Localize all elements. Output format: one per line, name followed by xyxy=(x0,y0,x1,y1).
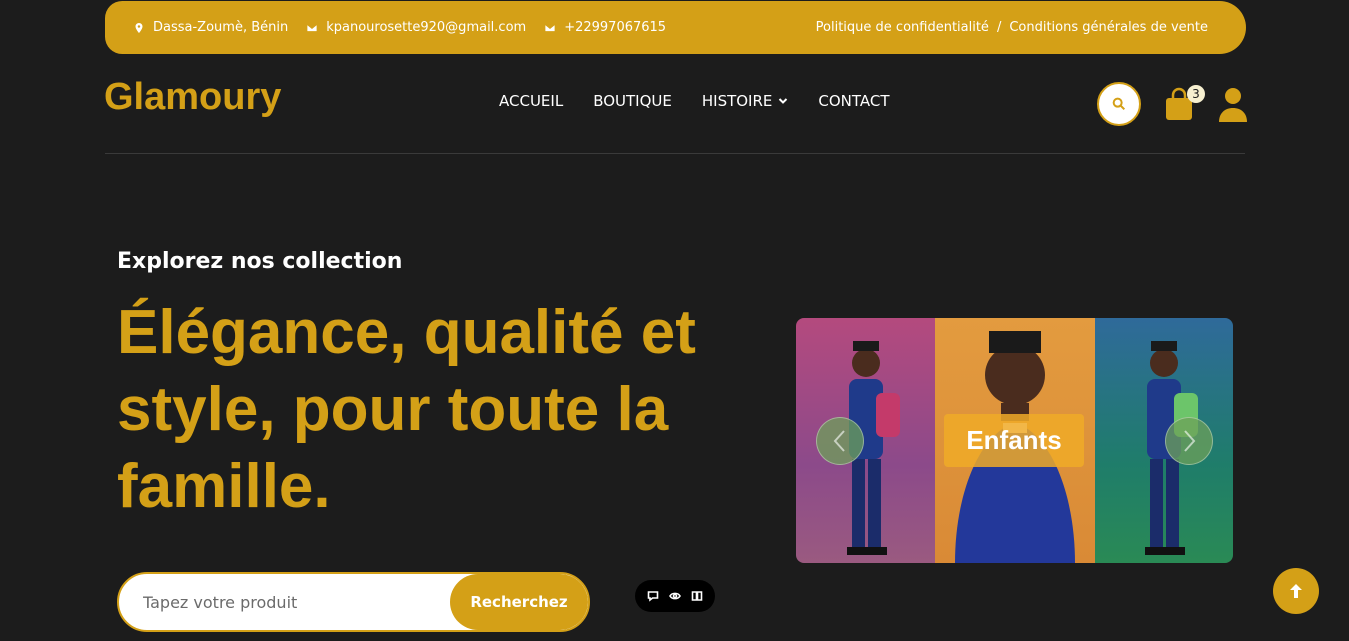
header-actions: 3 xyxy=(1097,82,1249,126)
top-bar: Dassa-Zoumè, Bénin kpanourosette920@gmai… xyxy=(105,1,1246,54)
site-logo[interactable]: Glamoury xyxy=(104,76,281,119)
carousel-slide-label[interactable]: Enfants xyxy=(944,414,1084,467)
contact-info: Dassa-Zoumè, Bénin kpanourosette920@gmai… xyxy=(133,20,666,35)
chat-icon[interactable] xyxy=(647,590,659,602)
email-text[interactable]: kpanourosette920@gmail.com xyxy=(326,20,526,35)
envelope-icon xyxy=(306,23,318,32)
map-pin-icon xyxy=(135,22,143,33)
product-search-form: Recherchez xyxy=(117,572,590,632)
search-submit-button[interactable]: Recherchez xyxy=(450,574,588,630)
search-button[interactable] xyxy=(1097,82,1141,126)
nav-item-label: HISTOIRE xyxy=(701,92,773,110)
hero-headline: Élégance, qualité et style, pour toute l… xyxy=(117,298,696,521)
privacy-link[interactable]: Politique de confidentialité xyxy=(816,20,989,35)
phone-item[interactable]: +22997067615 xyxy=(544,20,666,35)
header-divider xyxy=(105,153,1245,154)
nav-item-boutique[interactable]: BOUTIQUE xyxy=(593,92,672,110)
carousel-prev-button[interactable] xyxy=(816,417,864,465)
back-to-top-button[interactable] xyxy=(1273,568,1319,614)
eye-icon[interactable] xyxy=(669,590,681,602)
legal-separator: / xyxy=(996,20,1002,35)
chevron-down-icon xyxy=(779,98,788,104)
product-search-input[interactable] xyxy=(119,574,450,630)
envelope-icon xyxy=(544,23,556,32)
hero-subtitle: Explorez nos collection xyxy=(117,249,403,274)
cart-button[interactable]: 3 xyxy=(1163,85,1205,121)
email-item[interactable]: kpanourosette920@gmail.com xyxy=(306,20,526,35)
location-text: Dassa-Zoumè, Bénin xyxy=(153,20,289,35)
nav-item-accueil[interactable]: ACCUEIL xyxy=(499,92,563,110)
main-nav: ACCUEIL BOUTIQUE HISTOIRE CONTACT xyxy=(499,92,890,110)
nav-item-contact[interactable]: CONTACT xyxy=(818,92,889,110)
book-icon[interactable] xyxy=(691,590,703,602)
nav-item-label: CONTACT xyxy=(818,92,890,110)
arrow-up-icon xyxy=(1290,584,1302,598)
nav-item-label: ACCUEIL xyxy=(499,92,564,110)
cart-count-badge: 3 xyxy=(1187,85,1205,103)
search-icon xyxy=(1112,97,1126,111)
carousel-next-button[interactable] xyxy=(1165,417,1213,465)
nav-item-label: BOUTIQUE xyxy=(593,92,672,110)
phone-text[interactable]: +22997067615 xyxy=(564,20,666,35)
legal-links: Politique de confidentialité / Condition… xyxy=(816,20,1208,35)
terms-link[interactable]: Conditions générales de vente xyxy=(1009,20,1208,35)
chevron-left-icon xyxy=(833,430,845,452)
nav-item-histoire[interactable]: HISTOIRE xyxy=(702,92,789,110)
location-item: Dassa-Zoumè, Bénin xyxy=(133,20,288,35)
floating-mini-toolbar xyxy=(635,580,715,612)
chevron-right-icon xyxy=(1184,430,1196,452)
user-icon[interactable] xyxy=(1217,86,1249,122)
